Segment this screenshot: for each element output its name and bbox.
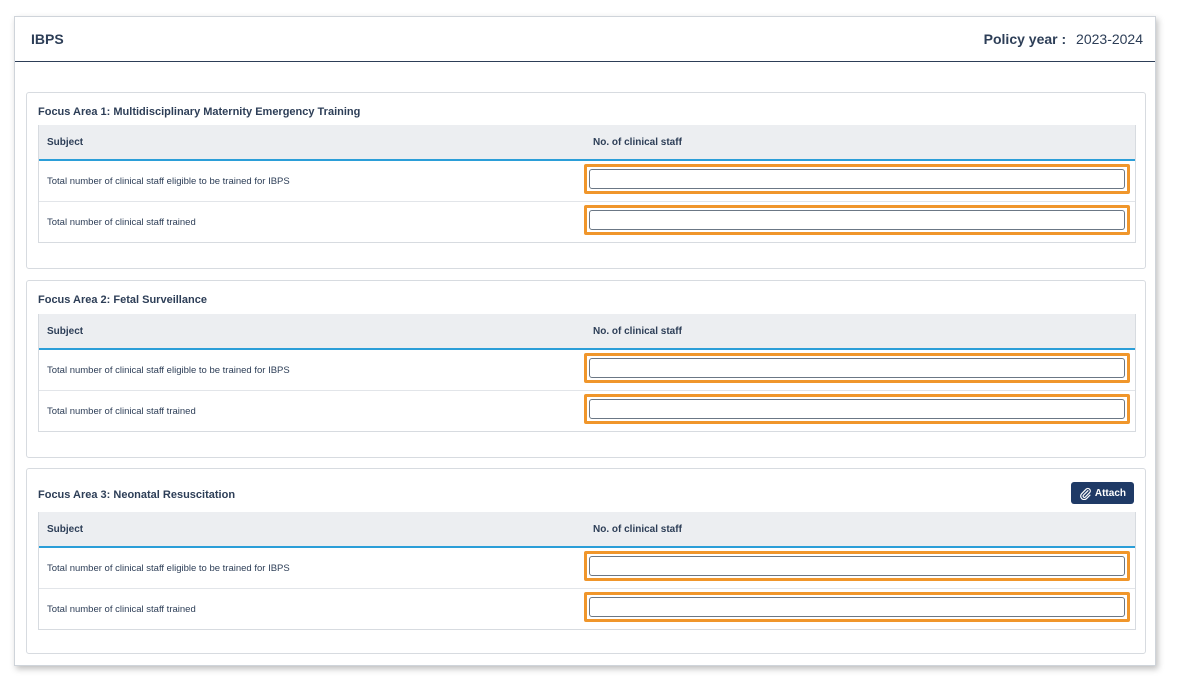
row-label: Total number of clinical staff eligible …	[47, 562, 290, 574]
staff-count-column-header: No. of clinical staff	[593, 325, 682, 337]
row-label: Total number of clinical staff eligible …	[47, 175, 290, 187]
subject-column-header: Subject	[47, 523, 84, 535]
eligible-staff-input[interactable]	[589, 169, 1125, 189]
staff-count-column-header: No. of clinical staff	[593, 136, 682, 148]
table-header: Subject No. of clinical staff	[39, 314, 1135, 350]
row-label: Total number of clinical staff trained	[47, 603, 196, 615]
subject-column-header: Subject	[47, 136, 84, 148]
input-highlight	[584, 164, 1130, 194]
staff-count-column-header: No. of clinical staff	[593, 523, 682, 535]
subject-column-header: Subject	[47, 325, 84, 337]
trained-staff-input[interactable]	[589, 399, 1125, 419]
page-header: IBPS Policy year : 2023-2024	[15, 17, 1155, 62]
table-header: Subject No. of clinical staff	[39, 512, 1135, 548]
input-highlight	[584, 592, 1130, 622]
attach-button[interactable]: Attach	[1070, 482, 1134, 504]
focus-area-2-section: Focus Area 2: Fetal Surveillance Subject…	[26, 280, 1146, 458]
row-label: Total number of clinical staff trained	[47, 216, 196, 228]
focus-area-3-section: Focus Area 3: Neonatal Resuscitation Att…	[26, 468, 1146, 654]
policy-year: Policy year : 2023-2024	[984, 31, 1143, 47]
table-row: Total number of clinical staff trained	[39, 202, 1135, 242]
ibps-form-window: IBPS Policy year : 2023-2024 Focus Area …	[14, 16, 1156, 666]
focus-area-1-table: Subject No. of clinical staff Total numb…	[38, 125, 1136, 243]
paperclip-icon	[1079, 487, 1091, 500]
input-highlight	[584, 394, 1130, 424]
row-label: Total number of clinical staff trained	[47, 405, 196, 417]
eligible-staff-input[interactable]	[589, 358, 1125, 378]
trained-staff-input[interactable]	[589, 597, 1125, 617]
table-row: Total number of clinical staff trained	[39, 589, 1135, 629]
table-row: Total number of clinical staff trained	[39, 391, 1135, 431]
focus-area-3-table: Subject No. of clinical staff Total numb…	[38, 512, 1136, 630]
attach-label: Attach	[1094, 487, 1126, 499]
input-highlight	[584, 205, 1130, 235]
policy-year-label: Policy year :	[983, 31, 1067, 47]
trained-staff-input[interactable]	[589, 210, 1125, 230]
focus-area-2-title: Focus Area 2: Fetal Surveillance	[38, 294, 207, 306]
table-row: Total number of clinical staff eligible …	[39, 161, 1135, 202]
policy-year-value: 2023-2024	[1076, 31, 1143, 47]
focus-area-1-title: Focus Area 1: Multidisciplinary Maternit…	[38, 106, 361, 118]
table-header: Subject No. of clinical staff	[39, 125, 1135, 161]
focus-area-2-table: Subject No. of clinical staff Total numb…	[38, 314, 1136, 432]
row-label: Total number of clinical staff eligible …	[47, 364, 290, 376]
input-highlight	[584, 551, 1130, 581]
focus-area-3-title: Focus Area 3: Neonatal Resuscitation	[38, 489, 236, 501]
table-row: Total number of clinical staff eligible …	[39, 350, 1135, 391]
page-title: IBPS	[31, 31, 64, 47]
focus-area-1-section: Focus Area 1: Multidisciplinary Maternit…	[26, 92, 1146, 269]
table-row: Total number of clinical staff eligible …	[39, 548, 1135, 589]
input-highlight	[584, 353, 1130, 383]
eligible-staff-input[interactable]	[589, 556, 1125, 576]
